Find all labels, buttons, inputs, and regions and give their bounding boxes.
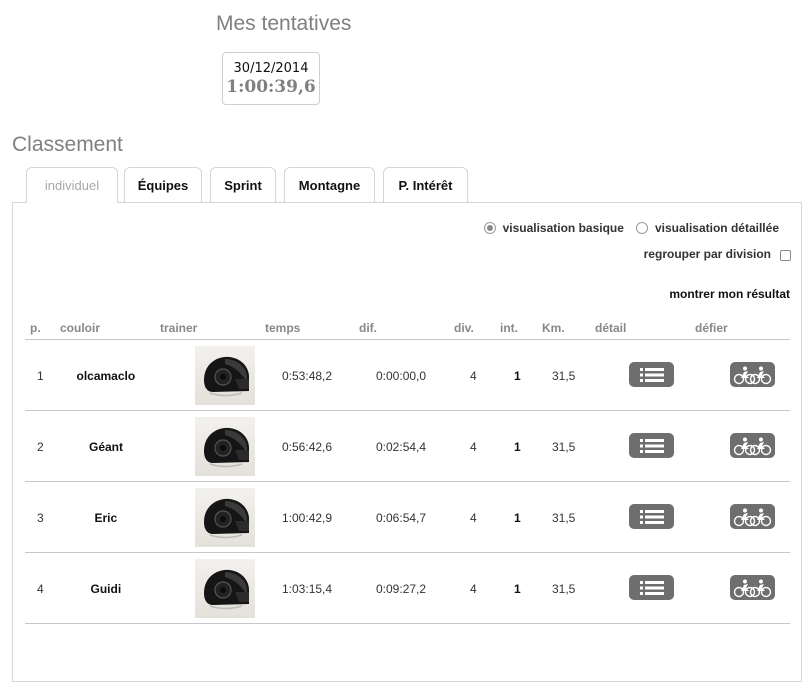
distance-km: 31,5 — [552, 369, 576, 383]
col-position: p. — [30, 321, 41, 335]
list-icon — [639, 367, 664, 382]
defy-button[interactable] — [730, 433, 775, 458]
trainer-avatar — [195, 417, 255, 476]
table-row: 1 olcamaclo 0:53:48,2 0:00:00,0 4 1 31,5 — [25, 340, 790, 411]
distance-km: 31,5 — [552, 440, 576, 454]
defy-button[interactable] — [730, 575, 775, 600]
col-temps: temps — [265, 321, 301, 335]
trainer-avatar — [195, 488, 255, 547]
col-detail: détail — [595, 321, 627, 335]
cyclists-icon — [733, 508, 771, 526]
radio-detailed[interactable] — [635, 222, 648, 234]
tab-equipes[interactable]: Équipes — [124, 167, 202, 202]
difference: 0:06:54,7 — [376, 511, 427, 525]
division: 4 — [470, 369, 477, 383]
col-km: Km. — [542, 321, 565, 335]
col-defier: défier — [695, 321, 728, 335]
table-row: 4 Guidi 1:03:15,4 0:09:27,2 4 1 31,5 — [25, 553, 790, 624]
time: 1:00:42,9 — [282, 511, 333, 525]
detail-button[interactable] — [629, 362, 674, 387]
col-div: div. — [454, 321, 474, 335]
list-icon — [639, 580, 664, 595]
division: 4 — [470, 582, 477, 596]
table-row: 3 Eric 1:00:42,9 0:06:54,7 4 1 31,5 — [25, 482, 790, 553]
view-options: visualisation basique visualisation déta… — [483, 221, 779, 235]
table-row: 2 Géant 0:56:42,6 0:02:54,4 4 1 31,5 — [25, 411, 790, 482]
rider-name[interactable]: Eric — [95, 511, 118, 525]
intermediate: 1 — [514, 440, 521, 454]
rank-position: 3 — [37, 511, 44, 525]
group-label[interactable]: regrouper par division — [644, 247, 771, 261]
distance-km: 31,5 — [552, 582, 576, 596]
difference: 0:09:27,2 — [376, 582, 427, 596]
attempts-title: Mes tentatives — [216, 12, 352, 35]
detail-button[interactable] — [629, 504, 674, 529]
difference: 0:02:54,4 — [376, 440, 427, 454]
attempt-card[interactable]: 30/12/2014 1:00:39,6 — [222, 52, 320, 105]
division: 4 — [470, 440, 477, 454]
trainer-avatar — [195, 559, 255, 618]
time: 0:56:42,6 — [282, 440, 333, 454]
helmet-icon — [204, 498, 249, 539]
detail-button[interactable] — [629, 575, 674, 600]
rank-position: 4 — [37, 582, 44, 596]
intermediate: 1 — [514, 582, 521, 596]
list-icon — [639, 509, 664, 524]
attempt-date: 30/12/2014 — [233, 61, 309, 76]
cyclists-icon — [733, 366, 771, 384]
attempt-time: 1:00:39,6 — [226, 77, 316, 97]
rider-name[interactable]: Guidi — [91, 582, 122, 596]
intermediate: 1 — [514, 511, 521, 525]
time: 1:03:15,4 — [282, 582, 333, 596]
division: 4 — [470, 511, 477, 525]
helmet-icon — [204, 427, 249, 468]
group-option: regrouper par division — [644, 247, 791, 261]
cyclists-icon — [733, 579, 771, 597]
col-trainer: trainer — [160, 321, 198, 335]
tab-sprint[interactable]: Sprint — [210, 167, 276, 202]
time: 0:53:48,2 — [282, 369, 333, 383]
tab-montagne[interactable]: Montagne — [284, 167, 375, 202]
radio-detailed-label[interactable]: visualisation détaillée — [655, 221, 779, 235]
trainer-avatar — [195, 346, 255, 405]
radio-basic-label[interactable]: visualisation basique — [503, 221, 624, 235]
col-dif: dif. — [359, 321, 377, 335]
difference: 0:00:00,0 — [376, 369, 427, 383]
tab-p-interet[interactable]: P. Intérêt — [383, 167, 468, 202]
rank-position: 2 — [37, 440, 44, 454]
col-int: int. — [500, 321, 518, 335]
radio-basic[interactable] — [483, 222, 496, 234]
rank-position: 1 — [37, 369, 44, 383]
intermediate: 1 — [514, 369, 521, 383]
col-couloir: couloir — [60, 321, 101, 335]
helmet-icon — [204, 569, 249, 610]
tab-individuel[interactable]: individuel — [26, 167, 118, 203]
show-result-link[interactable]: montrer mon résultat — [669, 287, 790, 301]
defy-button[interactable] — [730, 362, 775, 387]
rider-name[interactable]: Géant — [89, 440, 123, 454]
distance-km: 31,5 — [552, 511, 576, 525]
ranking-title: Classement — [12, 133, 123, 156]
defy-button[interactable] — [730, 504, 775, 529]
rider-name[interactable]: olcamaclo — [77, 369, 136, 383]
row-divider — [25, 623, 790, 624]
group-checkbox[interactable] — [780, 249, 791, 261]
ranking-panel: visualisation basique visualisation déta… — [12, 202, 802, 682]
detail-button[interactable] — [629, 433, 674, 458]
list-icon — [639, 438, 664, 453]
helmet-icon — [204, 356, 249, 397]
cyclists-icon — [733, 437, 771, 455]
